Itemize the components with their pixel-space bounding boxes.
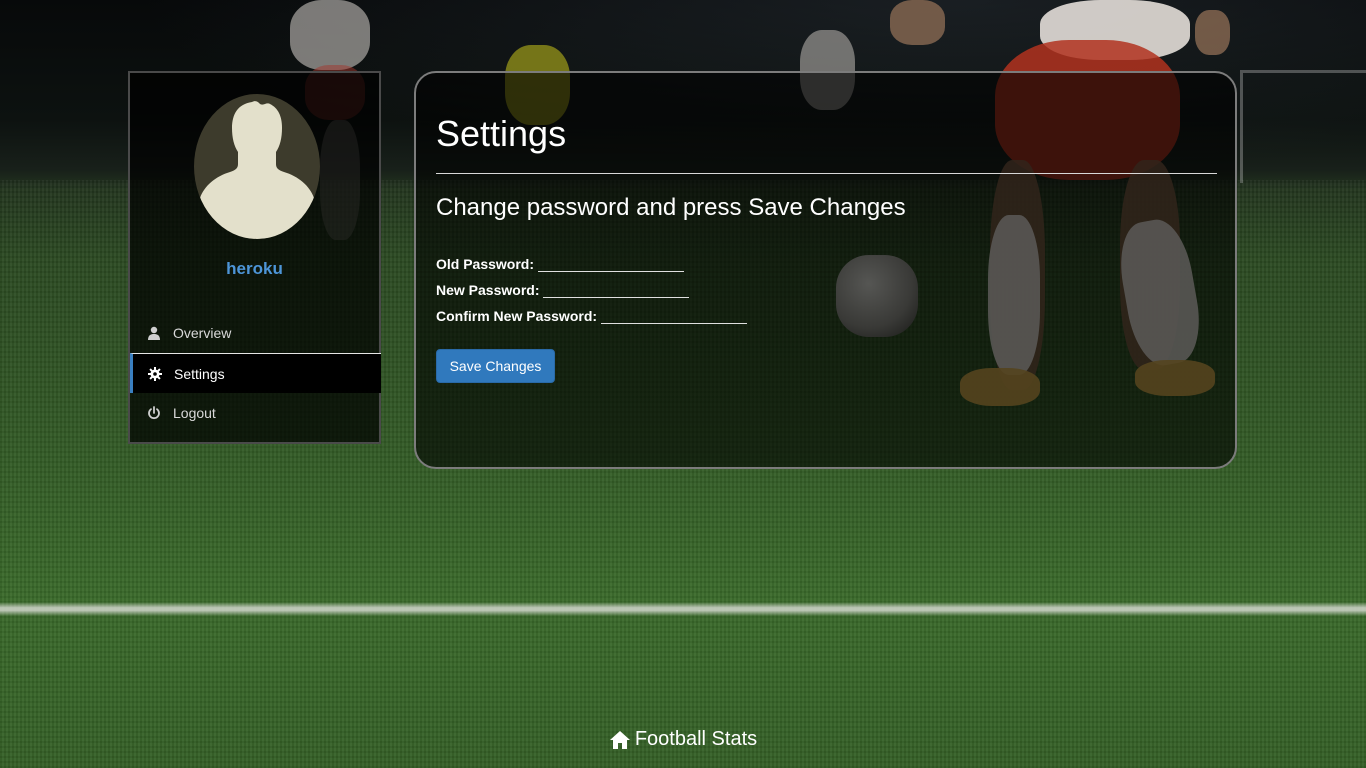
field-line	[0, 602, 1366, 616]
sidebar-item-logout[interactable]: Logout	[130, 393, 381, 433]
page-title: Settings	[436, 113, 567, 154]
new-password-field[interactable]	[543, 279, 690, 298]
sidebar-item-label: Settings	[174, 365, 225, 382]
power-icon	[146, 405, 162, 421]
confirm-password-label: Confirm New Password:	[436, 308, 598, 324]
settings-panel: Settings Change password and press Save …	[414, 71, 1237, 469]
sidebar-item-label: Logout	[173, 405, 216, 421]
sidebar-item-label: Overview	[173, 325, 232, 341]
new-password-label: New Password:	[436, 282, 540, 298]
old-password-field[interactable]	[538, 253, 685, 272]
save-changes-button[interactable]: Save Changes	[436, 349, 555, 383]
sidebar-item-settings[interactable]: Settings	[130, 353, 381, 393]
player-hand	[1195, 10, 1230, 55]
old-password-row: Old Password:	[436, 253, 685, 272]
new-password-row: New Password:	[436, 279, 690, 298]
footer-brand: Football Stats	[634, 728, 758, 750]
old-password-label: Old Password:	[436, 256, 535, 272]
player-shirt	[290, 0, 370, 70]
username[interactable]: heroku	[130, 259, 379, 279]
sidebar-item-overview[interactable]: Overview	[130, 313, 381, 353]
player-hand	[890, 0, 945, 45]
page-subtitle: Change password and press Save Changes	[436, 194, 906, 221]
confirm-password-field[interactable]	[601, 305, 748, 324]
footer-brand-link[interactable]: Football Stats	[0, 728, 1366, 751]
sidebar: heroku Overview Settings Logout	[128, 71, 381, 444]
goal-net	[1240, 70, 1366, 183]
divider	[436, 173, 1217, 174]
person-icon	[146, 325, 162, 341]
gear-icon	[147, 366, 163, 382]
confirm-password-row: Confirm New Password:	[436, 305, 748, 324]
person-silhouette-icon	[200, 101, 314, 239]
home-icon	[609, 730, 631, 750]
sidebar-nav: Overview Settings Logout	[130, 313, 381, 433]
avatar	[194, 94, 320, 239]
